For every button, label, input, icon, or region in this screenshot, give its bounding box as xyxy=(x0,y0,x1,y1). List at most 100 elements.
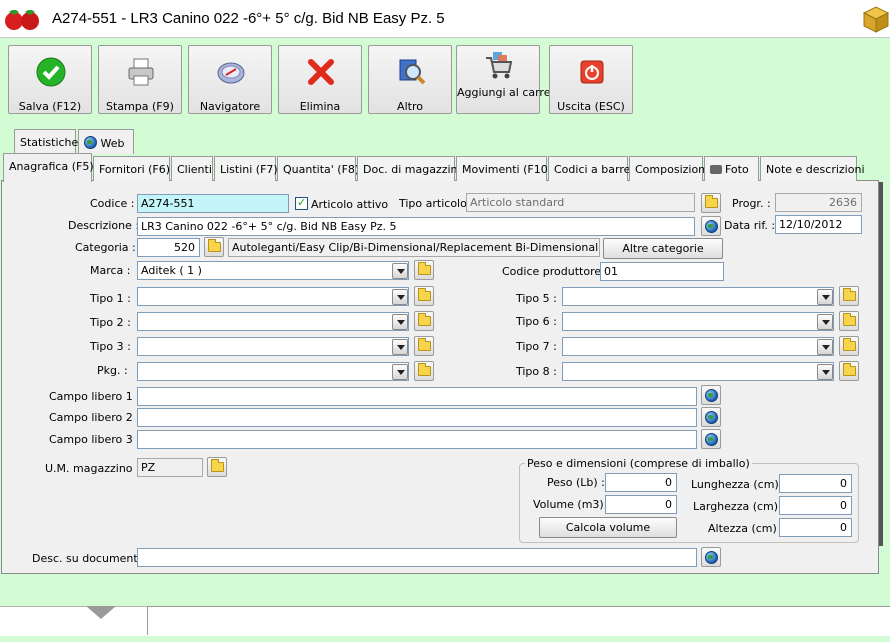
tipo1-browse-button[interactable] xyxy=(414,286,434,306)
desc-documenti-web-button[interactable] xyxy=(701,547,721,567)
lunghezza-field[interactable]: 0 xyxy=(779,474,852,493)
tipo6-browse-button[interactable] xyxy=(839,311,859,331)
tab-quantita[interactable]: Quantita' (F8) xyxy=(277,156,359,181)
tab-note-descrizioni[interactable]: Note e descrizioni xyxy=(760,156,865,181)
tab-anagrafica[interactable]: Anagrafica (F5) xyxy=(3,153,94,182)
um-magazzino-browse-button[interactable] xyxy=(207,457,227,477)
pkg-dropdown-arrow[interactable] xyxy=(392,364,408,380)
delete-x-icon xyxy=(308,59,334,85)
tipo7-dropdown-arrow[interactable] xyxy=(817,339,833,355)
other-button[interactable]: Altro xyxy=(368,45,452,114)
descrizione-web-button[interactable] xyxy=(701,216,721,236)
peso-dimensioni-legend: Peso e dimensioni (comprese di imballo) xyxy=(525,457,752,470)
tab-web[interactable]: Web xyxy=(78,129,134,154)
navigator-button[interactable]: Navigatore xyxy=(188,45,272,114)
campo-libero-1-web-button[interactable] xyxy=(701,385,721,405)
compass-icon xyxy=(217,62,245,84)
folder-icon xyxy=(418,363,431,376)
package-icon xyxy=(862,6,890,33)
tipo6-dropdown-arrow[interactable] xyxy=(817,314,833,330)
delete-button[interactable]: Elimina xyxy=(278,45,362,114)
print-button[interactable]: Stampa (F9) xyxy=(98,45,182,114)
tipo1-select[interactable] xyxy=(137,287,409,306)
categoria-browse-button[interactable] xyxy=(204,237,224,257)
folder-icon xyxy=(418,288,431,301)
tab-foto[interactable]: Foto xyxy=(704,156,759,181)
categoria-code-field[interactable]: 520 xyxy=(137,238,200,257)
campo-libero-3-field[interactable] xyxy=(137,430,697,449)
codice-produttore-field[interactable]: 01 xyxy=(600,262,724,281)
marca-browse-button[interactable] xyxy=(414,260,434,280)
tipo-articolo-browse-button[interactable] xyxy=(701,193,721,213)
tipo7-browse-button[interactable] xyxy=(839,336,859,356)
tab-statistiche[interactable]: Statistiche xyxy=(14,129,78,154)
tipo8-label: Tipo 8 : xyxy=(516,365,557,378)
tipo2-select[interactable] xyxy=(137,312,409,331)
tipo5-dropdown-arrow[interactable] xyxy=(817,289,833,305)
tipo3-browse-button[interactable] xyxy=(414,336,434,356)
tipo3-select[interactable] xyxy=(137,337,409,356)
add-to-cart-button[interactable]: Aggiungi al carrello xyxy=(456,45,563,114)
tipo2-browse-button[interactable] xyxy=(414,311,434,331)
campo-libero-3-web-button[interactable] xyxy=(701,429,721,449)
folder-icon xyxy=(211,459,224,472)
volume-label: Volume (m3) : xyxy=(533,498,611,511)
tab-composizioni[interactable]: Composizioni xyxy=(629,156,708,181)
codice-field[interactable]: A274-551 xyxy=(137,194,289,213)
strawberry-icon xyxy=(5,10,39,30)
altezza-field[interactable]: 0 xyxy=(779,518,852,537)
categoria-path-field: Autoleganti/Easy Clip/Bi-Dimensional/Rep… xyxy=(228,238,600,257)
save-button[interactable]: Salva (F12) xyxy=(8,45,92,114)
marca-select[interactable]: Aditek ( 1 ) xyxy=(137,261,409,280)
peso-field[interactable]: 0 xyxy=(605,473,677,492)
globe-icon xyxy=(84,136,97,149)
categoria-label: Categoria : xyxy=(75,241,136,254)
tab-clienti[interactable]: Clienti xyxy=(171,156,213,181)
splitter-grip[interactable] xyxy=(86,606,116,620)
campo-libero-1-field[interactable] xyxy=(137,387,697,406)
folder-icon xyxy=(418,338,431,351)
globe-icon xyxy=(705,551,718,564)
marca-label: Marca : xyxy=(90,264,131,277)
exit-button[interactable]: Uscita (ESC) xyxy=(549,45,633,114)
pkg-browse-button[interactable] xyxy=(414,361,434,381)
tipo8-select[interactable] xyxy=(562,362,834,381)
lunghezza-label: Lunghezza (cm) : xyxy=(691,478,786,491)
volume-field[interactable]: 0 xyxy=(605,495,677,514)
articolo-attivo-checkbox[interactable] xyxy=(295,196,308,210)
tipo6-select[interactable] xyxy=(562,312,834,331)
tipo7-select[interactable] xyxy=(562,337,834,356)
data-rif-field[interactable]: 12/10/2012 xyxy=(775,215,862,234)
altre-categorie-button[interactable]: Altre categorie xyxy=(603,238,723,259)
marca-dropdown-arrow[interactable] xyxy=(392,263,408,279)
campo-libero-2-web-button[interactable] xyxy=(701,407,721,427)
tab-codici-barre[interactable]: Codici a barre xyxy=(548,156,630,181)
tab-doc-magazzino[interactable]: Doc. di magazzino xyxy=(357,156,464,181)
tipo2-dropdown-arrow[interactable] xyxy=(392,314,408,330)
desc-documenti-field[interactable] xyxy=(137,548,697,567)
calcola-volume-button[interactable]: Calcola volume xyxy=(539,517,677,538)
altezza-label: Altezza (cm) : xyxy=(708,522,784,535)
tipo1-dropdown-arrow[interactable] xyxy=(392,289,408,305)
data-rif-label: Data rif. : xyxy=(724,219,776,232)
printer-icon xyxy=(128,58,154,86)
pkg-select[interactable] xyxy=(137,362,409,381)
tab-fornitori[interactable]: Fornitori (F6) xyxy=(93,156,170,181)
tipo3-dropdown-arrow[interactable] xyxy=(392,339,408,355)
tab-movimenti[interactable]: Movimenti (F10) xyxy=(456,156,552,181)
tipo8-dropdown-arrow[interactable] xyxy=(817,364,833,380)
folder-icon xyxy=(418,313,431,326)
tipo-articolo-field[interactable]: Articolo standard xyxy=(466,193,695,212)
tipo5-browse-button[interactable] xyxy=(839,286,859,306)
tipo5-select[interactable] xyxy=(562,287,834,306)
campo-libero-2-field[interactable] xyxy=(137,408,697,427)
title-bar: A274-551 - LR3 Canino 022 -6°+ 5° c/g. B… xyxy=(0,0,890,38)
tab-listini[interactable]: Listini (F7) xyxy=(214,156,278,181)
tipo8-browse-button[interactable] xyxy=(839,361,859,381)
campo-libero-1-label: Campo libero 1 : xyxy=(49,390,140,403)
descrizione-field[interactable]: LR3 Canino 022 -6°+ 5° c/g. Bid NB Easy … xyxy=(137,217,695,236)
pkg-label: Pkg. : xyxy=(97,364,128,377)
larghezza-field[interactable]: 0 xyxy=(779,496,852,515)
tipo1-label: Tipo 1 : xyxy=(90,292,131,305)
folder-icon xyxy=(843,313,856,326)
